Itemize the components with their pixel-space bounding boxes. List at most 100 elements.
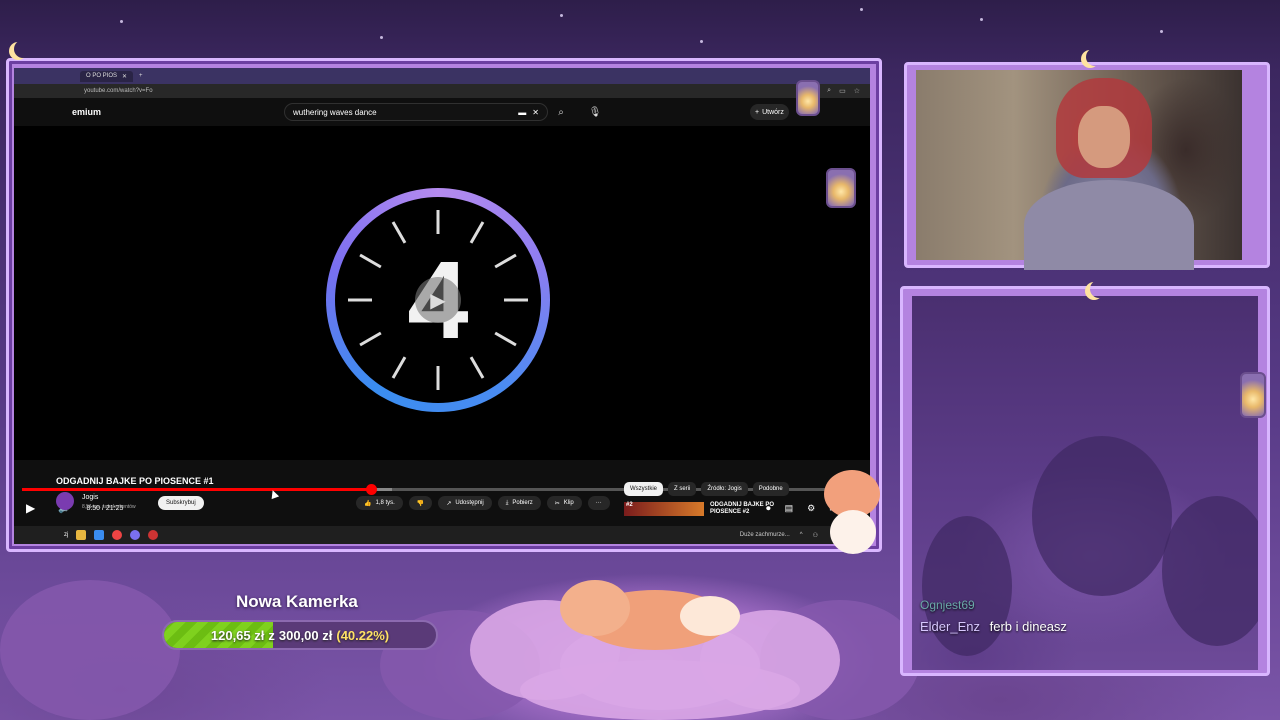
lantern-icon [1240, 372, 1266, 418]
plus-icon: + [755, 108, 760, 116]
file-explorer-icon[interactable] [76, 530, 87, 540]
search-button[interactable]: ⌕ [552, 103, 570, 121]
goal-percent: (40.22%) [336, 627, 390, 643]
url-text: youtube.com/watch?v=Fo [84, 88, 153, 94]
clear-search-icon[interactable]: ✕ [532, 108, 539, 117]
channel-name[interactable]: Jogis [82, 494, 98, 501]
play-overlay-icon[interactable]: ▶ [415, 277, 461, 323]
new-tab-icon[interactable]: + [139, 73, 143, 79]
search-icon: ⌕ [558, 106, 564, 118]
donation-goal-bar: 120,65 zł z 300,00 zł (40.22%) [162, 620, 438, 650]
address-bar[interactable]: youtube.com/watch?v=Fo ⌕ ▭ ☆ [14, 84, 870, 98]
keyboard-icon[interactable]: ▬ [518, 108, 526, 117]
share-label: Udostępnij [455, 500, 484, 506]
video-title: ODGADNIJ BAJKE PO PIOSENCE #1 [56, 476, 214, 486]
goal-target: 300,00 zł [278, 627, 333, 643]
countdown-ring: 4 ▶ [326, 188, 550, 412]
sleeping-fox-icon [560, 570, 740, 650]
thumb-down-icon: 👎 [416, 500, 425, 507]
recommended-thumbnail: #2 [624, 502, 704, 516]
obs-icon[interactable] [130, 530, 141, 540]
countdown-tick [391, 356, 407, 379]
browser-tab[interactable]: O PO PIOS ✕ [80, 70, 134, 82]
youtube-logo[interactable]: emium [72, 107, 101, 117]
more-button[interactable]: ··· [587, 496, 610, 510]
countdown-tick [391, 221, 407, 244]
chat-username: Elder_Enz [920, 619, 980, 634]
countdown-tick [469, 221, 485, 244]
action-bar: 👍 1,8 tys. 👎 ↗ Udostępnij ⤓ Pobierz ✂ Klip ·… [356, 496, 610, 510]
countdown-tick [494, 331, 517, 347]
search-query: wuthering waves dance [293, 107, 377, 117]
channel-subscribers: 8,51 tys. subskrybentów [82, 504, 136, 510]
clip-button[interactable]: ✂ Klip [546, 496, 582, 510]
tab-strip: O PO PIOS ✕ + [14, 68, 870, 84]
video-info: ODGADNIJ BAJKE PO PIOSENCE #1 Jogis 8,51… [14, 470, 870, 530]
app-icon[interactable] [148, 530, 159, 540]
goal-separator: z [268, 627, 275, 643]
recommend-chips: Wszystkie Z serii Źródło: Jogis Podobne [624, 482, 789, 496]
tab-close-icon[interactable]: ✕ [122, 73, 127, 80]
countdown-tick [359, 253, 382, 269]
lantern-icon [826, 168, 856, 208]
download-icon: ⤓ [505, 499, 509, 506]
zoom-icon[interactable]: ⌕ [827, 87, 831, 95]
store-icon[interactable] [94, 530, 105, 540]
download-label: Pobierz [512, 500, 533, 506]
chip-all[interactable]: Wszystkie [624, 482, 663, 496]
voice-search-button[interactable]: 🎙 [586, 103, 604, 121]
goal-text: 120,65 zł z 300,00 zł (40.22%) [164, 622, 436, 648]
goal-title: Nowa Kamerka [236, 592, 358, 611]
recommended-title: ODGADNIJ BAJKE PO PIOSENCE #2 [710, 502, 775, 515]
countdown-face: 4 ▶ [335, 197, 541, 403]
goal-current: 120,65 zł [210, 627, 265, 643]
share-icon: ↗ [446, 500, 452, 507]
countdown-tick [348, 298, 372, 302]
recommended-video[interactable]: #2 ODGADNIJ BAJKE PO PIOSENCE #2 [624, 502, 790, 516]
channel-avatar[interactable] [56, 492, 74, 510]
video-player[interactable]: 4 ▶ ▶ 🔊 8:50 / 21:25 ⏺ ▤ ⚙ ▭ ⛶ [14, 126, 870, 515]
moon-icon [1090, 280, 1108, 298]
forest-panel [912, 296, 1258, 670]
fox-mascot-icon [816, 470, 886, 556]
create-button[interactable]: + Utwórz [750, 104, 789, 120]
countdown-tick [436, 210, 440, 234]
countdown-tick [436, 366, 440, 390]
scissors-icon: ✂ [554, 500, 560, 507]
screen-icon[interactable]: ▭ [839, 87, 846, 95]
webcam-hoodie [1024, 180, 1194, 270]
taskbar-text: zj [64, 532, 69, 538]
create-label: Utwórz [762, 108, 784, 116]
windows-taskbar: zj Duże zachmurze... ^ ⚇ [14, 526, 870, 544]
webcam-feed [916, 70, 1242, 270]
tray-chevron-icon[interactable]: ^ [800, 532, 803, 538]
subscribe-button[interactable]: Subskrybuj [158, 496, 204, 510]
weather-widget[interactable]: Duże zachmurze... [740, 532, 790, 538]
chrome-icon[interactable] [112, 530, 123, 540]
webcam-face [1078, 106, 1130, 168]
dislike-button[interactable]: 👎 [408, 496, 433, 510]
tab-title: O PO PIOS [86, 73, 118, 79]
search-input[interactable]: wuthering waves dance ▬ ✕ [284, 103, 548, 121]
countdown-tick [469, 356, 485, 379]
recommended-badge: #2 [626, 502, 633, 508]
chip-series[interactable]: Z serii [668, 482, 697, 496]
lantern-icon [796, 80, 820, 116]
like-count: 1,8 tys. [375, 500, 395, 506]
download-button[interactable]: ⤓ Pobierz [497, 496, 541, 510]
microphone-icon: 🎙 [588, 106, 602, 118]
countdown-tick [504, 298, 528, 302]
countdown-tick [494, 253, 517, 269]
chip-similar[interactable]: Podobne [752, 482, 789, 496]
more-icon: ··· [595, 500, 602, 506]
chip-source[interactable]: Źródło: Jogis [701, 482, 748, 496]
moon-icon [1086, 48, 1104, 66]
chat-text: ferb i dineasz [989, 619, 1067, 634]
youtube-header: emium wuthering waves dance ▬ ✕ ⌕ 🎙 + Ut… [14, 98, 870, 126]
star-icon[interactable]: ☆ [854, 87, 860, 95]
chat-previous-user: Ognjest69 [920, 598, 975, 612]
countdown-tick [359, 331, 382, 347]
browser-window: O PO PIOS ✕ + youtube.com/watch?v=Fo ⌕ ▭… [14, 68, 870, 544]
like-button[interactable]: 👍 1,8 tys. [356, 496, 403, 510]
share-button[interactable]: ↗ Udostępnij [438, 496, 492, 510]
